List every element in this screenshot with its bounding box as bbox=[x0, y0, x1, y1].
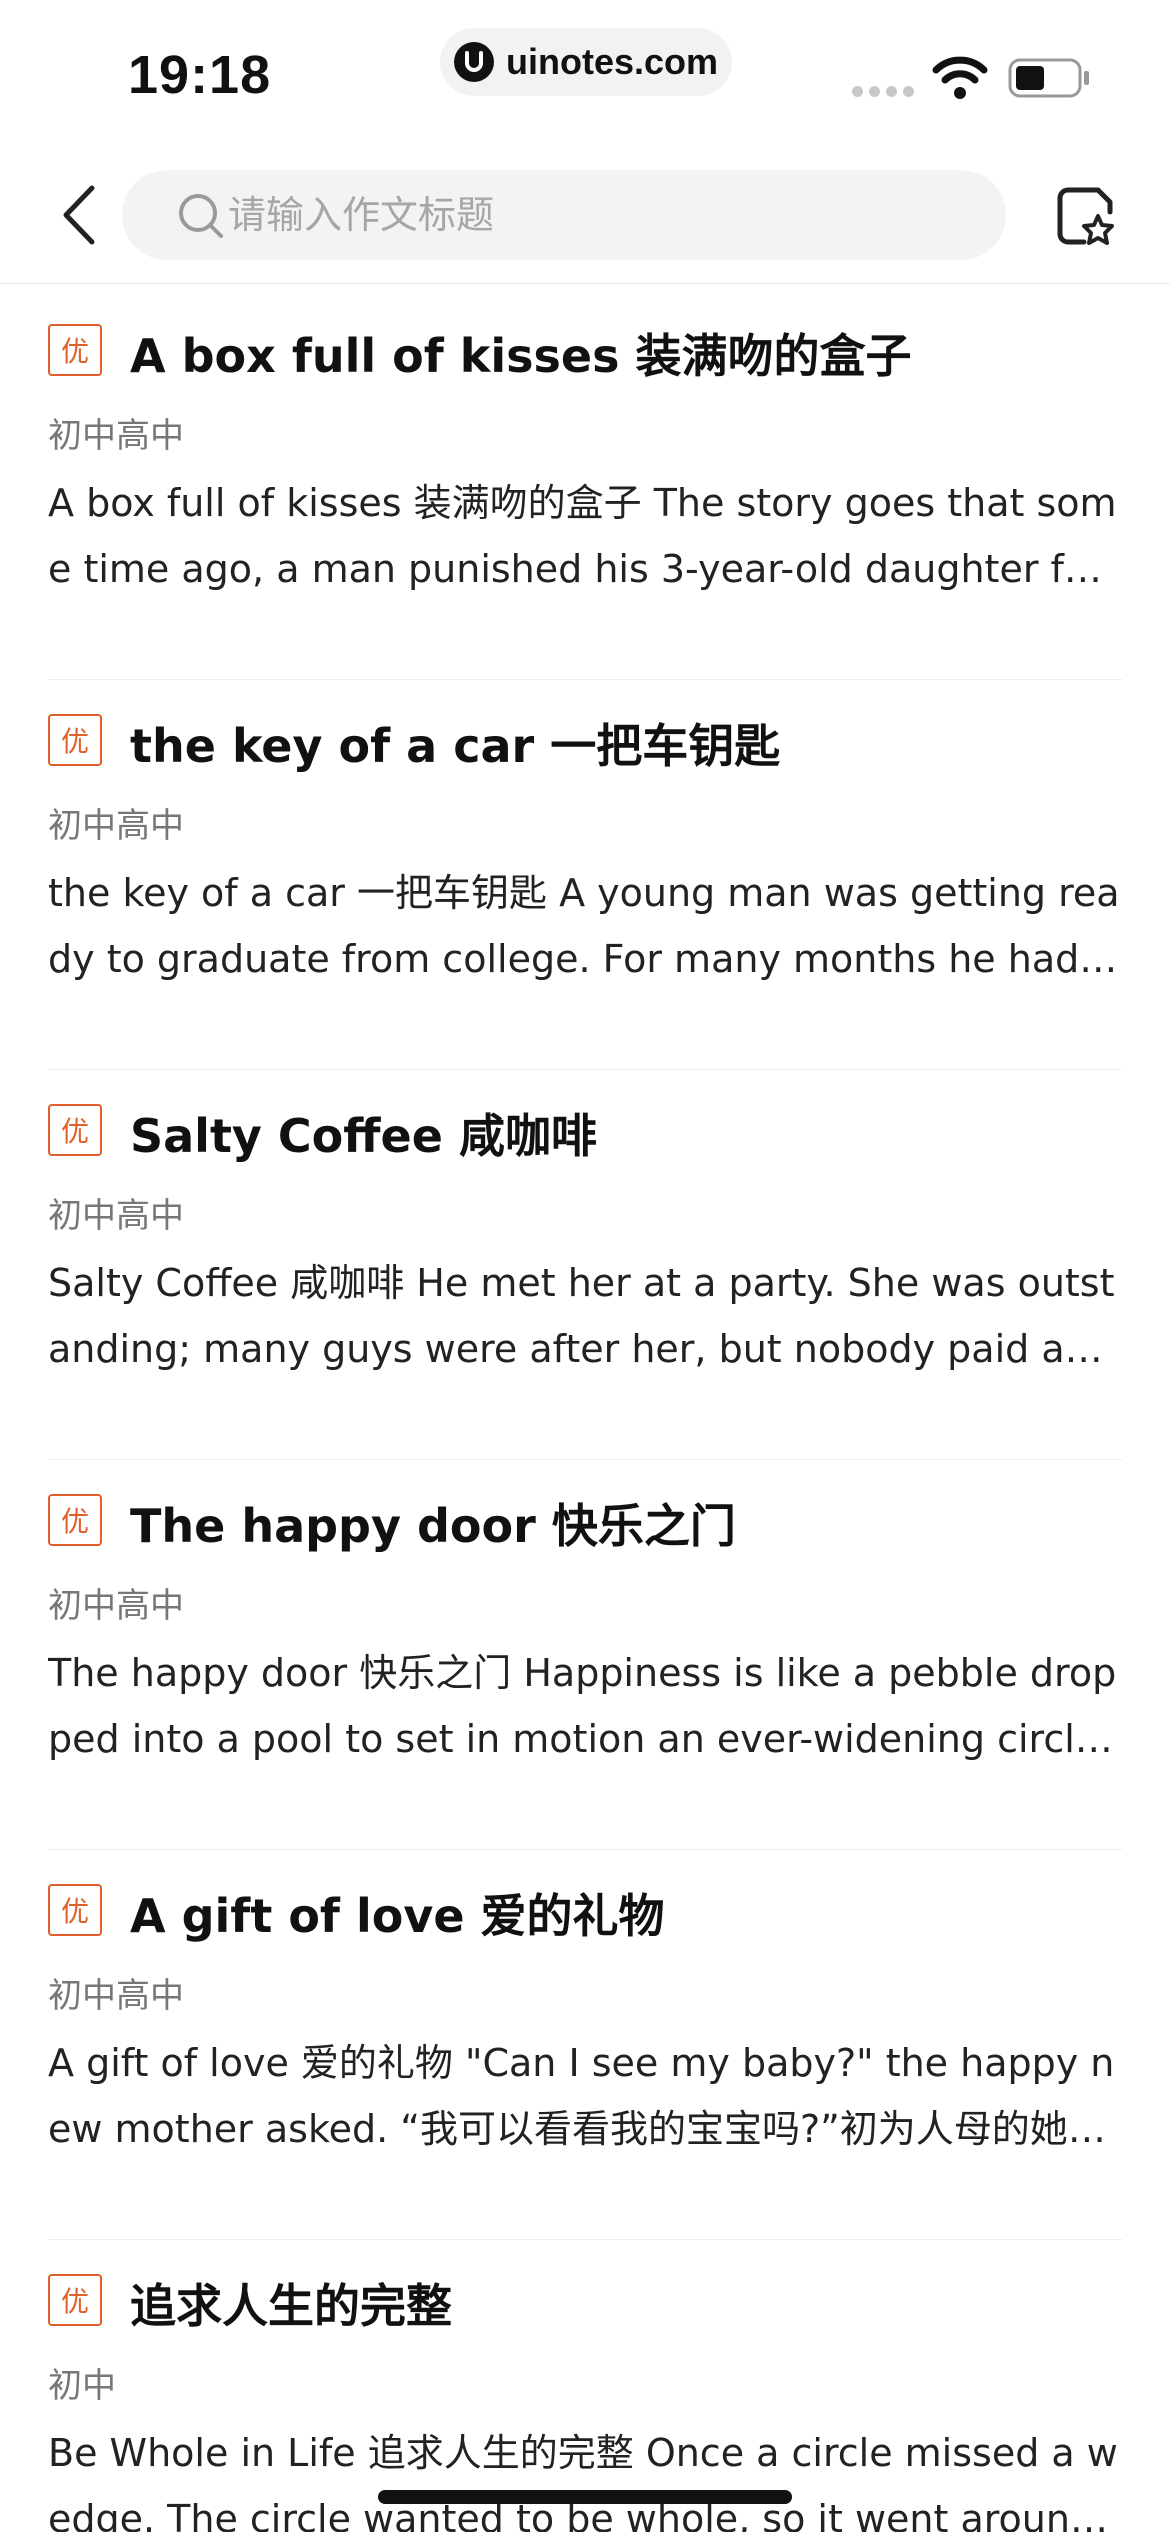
home-indicator bbox=[378, 2490, 792, 2504]
essay-grade: 初中高中 bbox=[48, 1976, 184, 2016]
chevron-left-icon bbox=[63, 185, 95, 245]
essay-title: The happy door 快乐之门 bbox=[130, 1499, 736, 1553]
essay-excerpt: Be Whole in Life 追求人生的完整 Once a circle m… bbox=[48, 2431, 1118, 2532]
screen: 19:18 uinotes.com 请输入作文标题 优 A box full o… bbox=[0, 0, 1170, 2532]
essay-excerpt: the key of a car 一把车钥匙 A young man was g… bbox=[48, 871, 1120, 981]
nav-bar bbox=[0, 150, 1170, 284]
favorites-button[interactable] bbox=[1054, 184, 1118, 248]
favorites-icon bbox=[1057, 187, 1114, 245]
status-bar: 19:18 uinotes.com bbox=[0, 0, 1170, 150]
list-item[interactable]: 优 Salty Coffee 咸咖啡 初中高中 Salty Coffee 咸咖啡… bbox=[48, 1070, 1122, 1460]
list-item[interactable]: 优 A gift of love 爱的礼物 初中高中 A gift of lov… bbox=[48, 1850, 1122, 2240]
search-icon bbox=[179, 194, 223, 238]
essay-excerpt: A gift of love 爱的礼物 "Can I see my baby?"… bbox=[48, 2041, 1115, 2151]
essay-grade: 初中高中 bbox=[48, 416, 184, 456]
site-logo-icon bbox=[453, 42, 494, 82]
essay-title: A box full of kisses 装满吻的盒子 bbox=[130, 329, 912, 383]
cellular-signal-icon bbox=[852, 86, 914, 97]
list-item[interactable]: 优 追求人生的完整 初中 Be Whole in Life 追求人生的完整 On… bbox=[48, 2240, 1122, 2532]
url-pill[interactable]: uinotes.com bbox=[440, 28, 732, 96]
essay-grade: 初中高中 bbox=[48, 806, 184, 846]
list-item[interactable]: 优 A box full of kisses 装满吻的盒子 初中高中 A box… bbox=[48, 290, 1122, 680]
essay-title: 追求人生的完整 bbox=[130, 2279, 452, 2333]
search-input[interactable] bbox=[228, 193, 988, 237]
essay-excerpt: The happy door 快乐之门 Happiness is like a … bbox=[48, 1651, 1117, 1761]
excellent-badge: 优 bbox=[48, 1104, 102, 1156]
status-time: 19:18 bbox=[128, 45, 272, 105]
excellent-badge: 优 bbox=[48, 1884, 102, 1936]
essay-grade: 初中高中 bbox=[48, 1196, 184, 1236]
essay-list: 优 A box full of kisses 装满吻的盒子 初中高中 A box… bbox=[48, 290, 1122, 2532]
list-item[interactable]: 优 the key of a car 一把车钥匙 初中高中 the key of… bbox=[48, 680, 1122, 1070]
search-box[interactable] bbox=[122, 170, 1006, 260]
essay-grade: 初中高中 bbox=[48, 1586, 184, 1626]
excellent-badge: 优 bbox=[48, 2274, 102, 2326]
essay-excerpt: A box full of kisses 装满吻的盒子 The story go… bbox=[48, 481, 1117, 591]
back-button[interactable] bbox=[48, 180, 108, 250]
essay-title: A gift of love 爱的礼物 bbox=[130, 1889, 665, 1943]
excellent-badge: 优 bbox=[48, 324, 102, 376]
essay-title: Salty Coffee 咸咖啡 bbox=[130, 1109, 597, 1163]
essay-title: the key of a car 一把车钥匙 bbox=[130, 719, 781, 773]
essay-grade: 初中 bbox=[48, 2366, 116, 2406]
essay-excerpt: Salty Coffee 咸咖啡 He met her at a party. … bbox=[48, 1261, 1115, 1371]
excellent-badge: 优 bbox=[48, 1494, 102, 1546]
wifi-icon bbox=[932, 56, 988, 105]
list-item[interactable]: 优 The happy door 快乐之门 初中高中 The happy doo… bbox=[48, 1460, 1122, 1850]
url-text: uinotes.com bbox=[505, 41, 719, 82]
excellent-badge: 优 bbox=[48, 714, 102, 766]
battery-icon bbox=[1008, 58, 1092, 103]
